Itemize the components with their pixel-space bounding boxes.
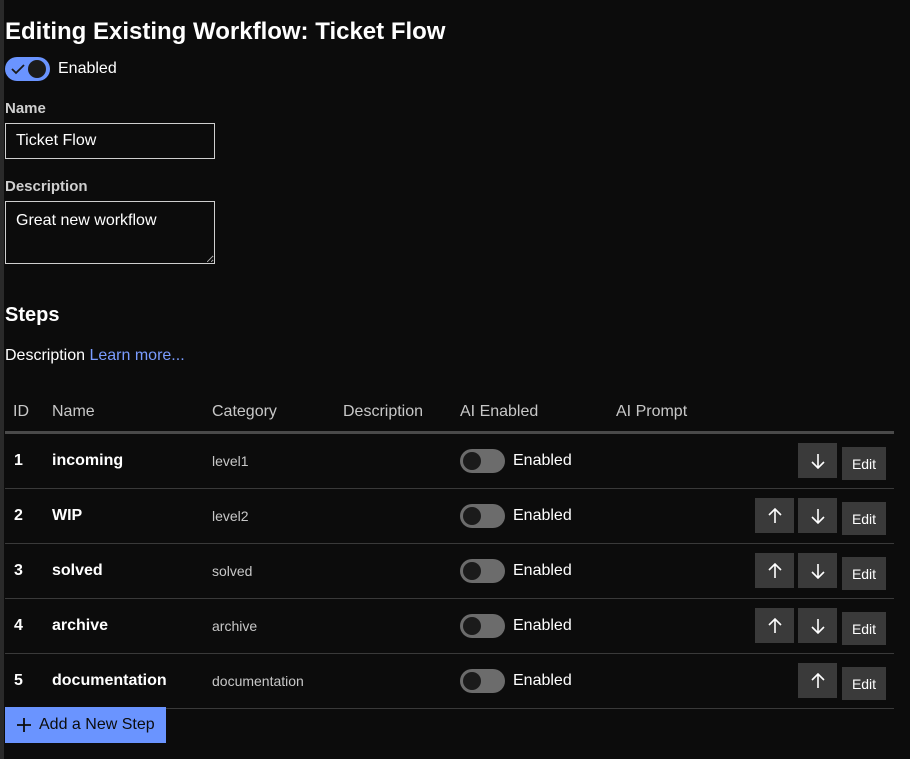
arrow-up-icon	[767, 617, 782, 633]
toggle-knob	[463, 452, 481, 470]
step-name: documentation	[52, 672, 167, 689]
workflow-enabled-row: Enabled	[5, 57, 117, 81]
name-input[interactable]	[5, 123, 215, 159]
workflow-enabled-toggle[interactable]	[5, 57, 50, 81]
edit-step-button[interactable]: Edit	[842, 667, 886, 700]
arrow-down-icon	[810, 508, 825, 524]
ai-enabled-toggle[interactable]	[460, 614, 505, 638]
move-down-button[interactable]	[798, 608, 837, 643]
table-row: 3 solved solved Enabled Edit	[5, 544, 894, 599]
move-up-button[interactable]	[798, 663, 837, 698]
move-up-button[interactable]	[755, 553, 794, 588]
description-textarea[interactable]: Great new workflow	[5, 201, 215, 264]
toggle-knob	[463, 617, 481, 635]
table-row: 5 documentation documentation Enabled Ed…	[5, 654, 894, 709]
table-header: ID Name Category Description AI Enabled …	[5, 393, 894, 434]
step-id: 5	[14, 672, 23, 689]
left-edge-bar	[0, 0, 4, 759]
column-header-name: Name	[52, 403, 95, 420]
arrow-down-icon	[810, 453, 825, 469]
step-ai-enabled: Enabled	[460, 654, 572, 708]
toggle-knob	[28, 60, 46, 78]
column-header-description: Description	[343, 403, 424, 420]
toggle-knob	[463, 672, 481, 690]
move-down-button[interactable]	[798, 498, 837, 533]
move-down-button[interactable]	[798, 553, 837, 588]
arrow-up-icon	[810, 672, 825, 688]
table-row: 1 incoming level1 Enabled Edit	[5, 434, 894, 489]
step-id: 2	[14, 507, 23, 524]
edit-step-button[interactable]: Edit	[842, 612, 886, 645]
step-category: documentation	[212, 673, 304, 689]
step-ai-enabled: Enabled	[460, 489, 572, 543]
add-step-label: Add a New Step	[39, 716, 155, 733]
step-category: level2	[212, 508, 249, 524]
step-ai-enabled: Enabled	[460, 544, 572, 598]
description-label: Description	[5, 178, 88, 195]
toggle-knob	[463, 507, 481, 525]
ai-enabled-toggle[interactable]	[460, 559, 505, 583]
name-label: Name	[5, 100, 46, 117]
steps-table: ID Name Category Description AI Enabled …	[5, 393, 894, 709]
move-down-button[interactable]	[798, 443, 837, 478]
column-header-id: ID	[13, 403, 29, 420]
plus-icon	[17, 718, 31, 732]
step-ai-enabled: Enabled	[460, 434, 572, 488]
ai-enabled-label: Enabled	[513, 672, 572, 689]
page-title: Editing Existing Workflow: Ticket Flow	[5, 18, 446, 45]
steps-description-text: Description	[5, 347, 86, 364]
steps-heading: Steps	[5, 304, 60, 326]
learn-more-link[interactable]: Learn more...	[89, 347, 184, 364]
step-name: solved	[52, 562, 103, 579]
ai-enabled-label: Enabled	[513, 562, 572, 579]
arrow-down-icon	[810, 563, 825, 579]
ai-enabled-toggle[interactable]	[460, 669, 505, 693]
add-step-button[interactable]: Add a New Step	[5, 707, 166, 743]
ai-enabled-toggle[interactable]	[460, 504, 505, 528]
arrow-down-icon	[810, 618, 825, 634]
step-category: archive	[212, 618, 258, 634]
ai-enabled-label: Enabled	[513, 452, 572, 469]
move-up-button[interactable]	[755, 498, 794, 533]
step-name: WIP	[52, 507, 83, 524]
edit-step-button[interactable]: Edit	[842, 502, 886, 535]
table-row: 4 archive archive Enabled Edit	[5, 599, 894, 654]
step-id: 3	[14, 562, 23, 579]
step-category: level1	[212, 453, 249, 469]
arrow-up-icon	[767, 507, 782, 523]
column-header-category: Category	[212, 403, 277, 420]
step-ai-enabled: Enabled	[460, 599, 572, 653]
step-id: 4	[14, 617, 23, 634]
steps-description: Description Learn more...	[5, 347, 185, 365]
table-row: 2 WIP level2 Enabled Edit	[5, 489, 894, 544]
enabled-label: Enabled	[58, 60, 117, 77]
step-category: solved	[212, 563, 253, 579]
edit-step-button[interactable]: Edit	[842, 447, 886, 480]
toggle-knob	[463, 562, 481, 580]
check-icon	[11, 64, 25, 75]
step-name: archive	[52, 617, 109, 634]
column-header-ai-prompt: AI Prompt	[616, 403, 688, 420]
edit-step-button[interactable]: Edit	[842, 557, 886, 590]
arrow-up-icon	[767, 562, 782, 578]
ai-enabled-label: Enabled	[513, 507, 572, 524]
move-up-button[interactable]	[755, 608, 794, 643]
ai-enabled-toggle[interactable]	[460, 449, 505, 473]
step-name: incoming	[52, 452, 124, 469]
step-id: 1	[14, 452, 23, 469]
ai-enabled-label: Enabled	[513, 617, 572, 634]
column-header-ai-enabled: AI Enabled	[460, 403, 539, 420]
